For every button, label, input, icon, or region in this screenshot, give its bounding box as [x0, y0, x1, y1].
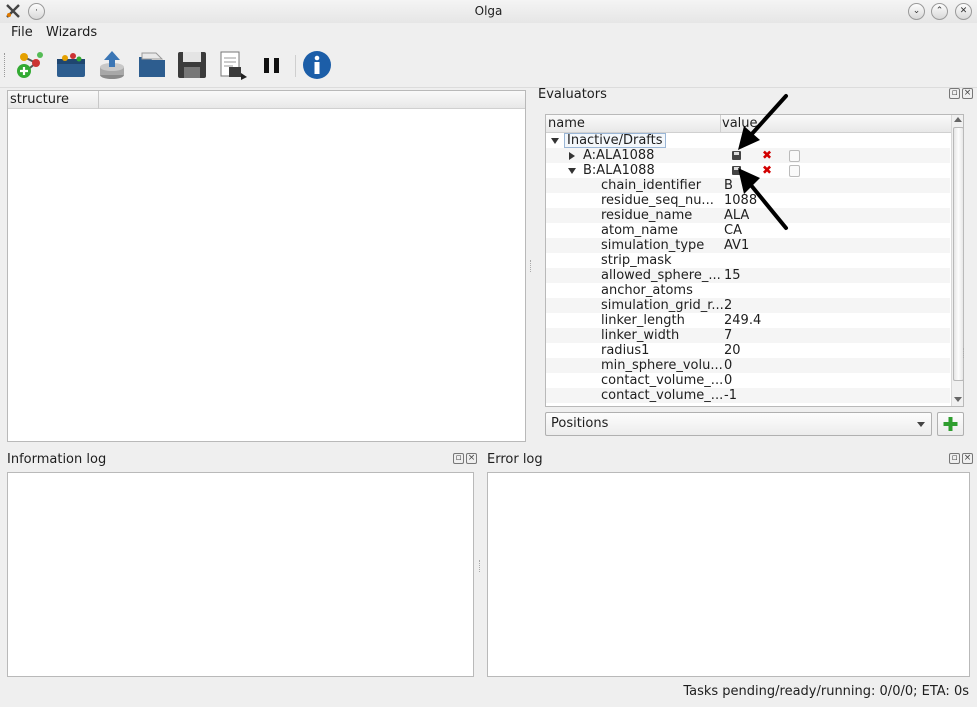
positions-dropdown[interactable]: Positions — [545, 412, 932, 436]
group-label: Inactive/Drafts — [564, 133, 666, 148]
annotation-arrow-icon — [748, 94, 788, 138]
close-icon[interactable]: × — [962, 88, 973, 99]
export-icon[interactable] — [217, 49, 249, 81]
property-row[interactable]: strip_mask — [546, 253, 950, 268]
scroll-up-arrow-icon[interactable] — [954, 117, 962, 122]
load-structure-icon[interactable] — [55, 49, 87, 81]
property-row[interactable]: allowed_sphere_... 15 — [546, 268, 950, 283]
structure-column-header[interactable]: structure — [8, 91, 99, 109]
close-icon[interactable]: × — [962, 453, 973, 464]
scrollbar-thumb[interactable] — [953, 127, 963, 381]
dropdown-value: Positions — [551, 416, 609, 431]
horizontal-splitter-handle[interactable] — [963, 348, 967, 358]
annotation-arrow-icon — [748, 182, 788, 230]
scroll-down-arrow-icon[interactable] — [954, 397, 962, 402]
info-icon[interactable] — [301, 49, 333, 81]
status-text: Tasks pending/ready/running: 0/0/0; ETA:… — [683, 684, 969, 699]
header-name[interactable]: name — [548, 116, 585, 131]
toolbar-grip — [4, 53, 8, 77]
property-value[interactable]: -1 — [724, 388, 737, 403]
title-bar: · Olga ⌄ ⌃ ✕ — [0, 0, 977, 23]
save-icon[interactable] — [176, 49, 208, 81]
expand-arrow-icon[interactable] — [551, 138, 559, 144]
property-name: simulation_type — [601, 238, 705, 253]
property-row[interactable]: linker_width 7 — [546, 328, 950, 343]
property-name: residue_name — [601, 208, 693, 223]
window-title: Olga — [474, 4, 503, 18]
minimize-button[interactable]: ⌄ — [908, 3, 925, 20]
property-name: min_sphere_volu... — [601, 358, 723, 373]
evaluator-label: B:ALA1088 — [583, 163, 655, 178]
property-name: radius1 — [601, 343, 650, 358]
property-row[interactable]: radius1 20 — [546, 343, 950, 358]
error-log-title: Error log — [487, 452, 543, 467]
float-icon[interactable]: ▫ — [453, 453, 464, 464]
property-name: linker_length — [601, 313, 685, 328]
header-divider — [720, 115, 721, 132]
property-value[interactable]: 0 — [724, 358, 732, 373]
property-name: chain_identifier — [601, 178, 702, 193]
collapse-arrow-icon[interactable] — [569, 152, 575, 160]
float-icon[interactable]: ▫ — [949, 88, 960, 99]
error-log-panel[interactable] — [487, 472, 970, 677]
annotation-arrows — [738, 94, 788, 230]
property-name: strip_mask — [601, 253, 672, 268]
add-position-button[interactable] — [937, 412, 964, 436]
evaluator-label: A:ALA1088 — [583, 148, 655, 163]
log-splitter-handle[interactable] — [479, 560, 483, 572]
vertical-splitter-handle[interactable] — [530, 260, 534, 272]
property-name: linker_width — [601, 328, 680, 343]
toolbar-separator — [295, 55, 296, 77]
property-name: simulation_grid_r... — [601, 298, 724, 313]
property-name: allowed_sphere_... — [601, 268, 721, 283]
menu-wizards[interactable]: Wizards — [46, 25, 97, 40]
property-row[interactable]: min_sphere_volu... 0 — [546, 358, 950, 373]
pause-icon[interactable] — [256, 49, 288, 81]
property-name: contact_volume_... — [601, 388, 724, 403]
close-icon[interactable]: × — [466, 453, 477, 464]
property-row[interactable]: linker_length 249.4 — [546, 313, 950, 328]
property-name: contact_volume_... — [601, 373, 724, 388]
property-value[interactable]: AV1 — [724, 238, 749, 253]
open-folder-icon[interactable] — [136, 49, 168, 81]
property-value[interactable]: 2 — [724, 298, 732, 313]
property-value[interactable]: 0 — [724, 373, 732, 388]
property-name: anchor_atoms — [601, 283, 693, 298]
close-button[interactable]: ✕ — [955, 3, 972, 20]
tree-scrollbar[interactable] — [951, 115, 963, 406]
maximize-button[interactable]: ⌃ — [931, 3, 948, 20]
property-row[interactable]: contact_volume_... 0 — [546, 373, 950, 388]
structure-header-rest — [99, 91, 525, 109]
toolbar — [0, 43, 977, 88]
structure-panel: structure — [7, 90, 526, 442]
menu-bar: File Wizards — [0, 23, 977, 43]
chevron-down-icon — [917, 422, 925, 427]
evaluators-dock-buttons: ▫ × — [947, 88, 973, 99]
evaluators-title: Evaluators — [538, 87, 607, 102]
plus-icon — [943, 417, 958, 431]
upload-icon[interactable] — [96, 49, 128, 81]
property-value[interactable]: 15 — [724, 268, 741, 283]
expand-arrow-icon[interactable] — [568, 168, 576, 174]
info-log-dock-buttons: ▫ × — [451, 453, 477, 464]
error-log-dock-buttons: ▫ × — [947, 453, 973, 464]
menu-file[interactable]: File — [11, 25, 33, 40]
information-log-title: Information log — [7, 452, 107, 467]
property-row[interactable]: simulation_type AV1 — [546, 238, 950, 253]
property-row[interactable]: anchor_atoms — [546, 283, 950, 298]
property-value[interactable]: 7 — [724, 328, 732, 343]
property-name: residue_seq_nu... — [601, 193, 714, 208]
property-value[interactable]: 249.4 — [724, 313, 761, 328]
property-row[interactable]: simulation_grid_r... 2 — [546, 298, 950, 313]
property-row[interactable]: contact_volume_... -1 — [546, 388, 950, 403]
molecule-add-icon[interactable] — [14, 49, 46, 81]
information-log-panel[interactable] — [7, 472, 474, 677]
property-value[interactable]: 20 — [724, 343, 741, 358]
float-icon[interactable]: ▫ — [949, 453, 960, 464]
property-name: atom_name — [601, 223, 679, 238]
